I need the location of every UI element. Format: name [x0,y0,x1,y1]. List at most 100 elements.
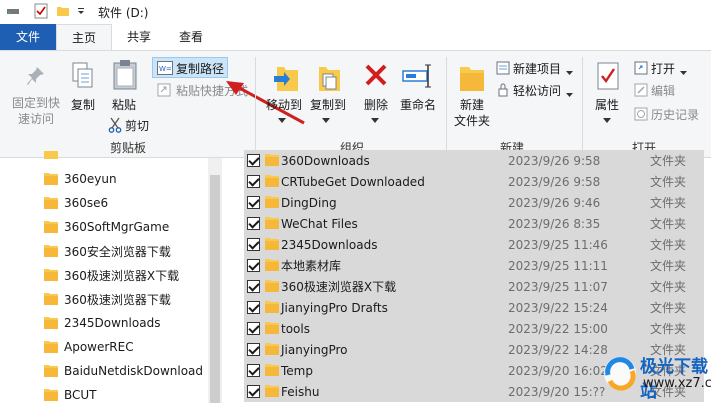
copy-to-button[interactable]: 复制到 [306,97,350,113]
folder-icon [44,219,58,236]
history-button[interactable]: 历史记录 [651,106,699,123]
cut-icon [108,117,122,136]
copy-to-icon [314,61,342,96]
folder-icon [44,291,58,308]
svg-text:W=: W= [159,65,172,73]
file-type: 文件夹 [650,154,687,168]
properties-check-icon[interactable] [34,3,48,22]
file-row[interactable]: 2345Downloads 2023/9/25 11:46 文件夹 [244,234,704,255]
row-checkbox[interactable] [247,322,260,335]
folder-icon [265,362,279,379]
open-icon [634,61,648,78]
easy-access-dropdown-icon[interactable] [566,87,573,101]
folder-icon [265,341,279,358]
nav-item[interactable]: 2345Downloads [44,311,160,335]
file-row[interactable]: tools 2023/9/22 15:00 文件夹 [244,318,704,339]
file-row[interactable]: WeChat Files 2023/9/26 8:35 文件夹 [244,213,704,234]
file-type: 文件夹 [650,175,687,189]
tab-file[interactable]: 文件 [0,24,56,50]
new-folder-quick-icon[interactable] [56,4,70,21]
nav-item[interactable]: 360se6 [44,191,108,215]
copy-path-button[interactable]: 复制路径 [176,60,224,77]
row-checkbox[interactable] [247,154,260,167]
edit-button[interactable]: 编辑 [651,82,675,99]
quick-access-dropdown-icon[interactable] [76,5,86,19]
file-date: 2023/9/22 15:24 [508,300,608,315]
nav-item-partial[interactable] [44,148,64,162]
nav-scrollbar-thumb[interactable] [210,175,220,403]
history-icon [634,107,648,124]
folder-icon [44,267,58,284]
row-checkbox[interactable] [247,343,260,356]
delete-button[interactable]: 删除 [360,97,392,113]
folder-icon [44,363,58,380]
open-dropdown-icon[interactable] [680,65,687,79]
open-button[interactable]: 打开 [651,60,675,77]
row-checkbox[interactable] [247,301,260,314]
rename-button[interactable]: 重命名 [396,97,440,113]
folder-icon [265,278,279,295]
new-folder-button[interactable]: 新建 文件夹 [450,97,494,129]
nav-item[interactable]: 360极速浏览器下载 [44,287,171,311]
row-checkbox[interactable] [247,175,260,188]
nav-item[interactable]: ApowerREC [44,335,134,359]
file-name: 360Downloads [281,153,370,168]
pin-quick-access-button[interactable]: 固定到快 速访问 [8,95,64,127]
file-name: 本地素材库 [281,259,342,273]
title-bar: 软件 (D:) [0,0,711,24]
new-item-button[interactable]: 新建项目 [513,60,561,77]
nav-item-label: 2345Downloads [64,316,161,330]
row-checkbox[interactable] [247,385,260,398]
row-checkbox[interactable] [247,196,260,209]
group-separator [255,57,256,153]
row-checkbox[interactable] [247,238,260,251]
nav-item-label: 360安全浏览器下载 [64,244,171,259]
cut-button[interactable]: 剪切 [125,117,149,134]
copy-to-dropdown-icon[interactable] [322,113,330,127]
move-to-dropdown-icon[interactable] [278,113,286,127]
file-type: 文件夹 [650,238,687,252]
nav-item[interactable]: BaiduNetdiskDownload [44,359,203,383]
copy-path-icon: W= [157,61,173,78]
ribbon-home: 固定到快 速访问 复制 粘贴 W= 复制路径 粘贴快捷方式 剪切 剪贴板 移动到… [0,50,711,158]
copy-button[interactable]: 复制 [68,97,98,113]
move-to-button[interactable]: 移动到 [262,97,306,113]
file-date: 2023/9/26 9:58 [508,174,601,189]
file-row[interactable]: JianyingPro Drafts 2023/9/22 15:24 文件夹 [244,297,704,318]
file-type: 文件夹 [650,259,687,273]
nav-item[interactable]: 360eyun [44,167,117,191]
row-checkbox[interactable] [247,259,260,272]
file-type: 文件夹 [650,322,687,336]
paste-shortcut-icon [157,83,171,100]
properties-button[interactable]: 属性 [590,97,624,113]
properties-dropdown-icon[interactable] [603,113,611,127]
nav-item[interactable]: 360安全浏览器下载 [44,239,171,263]
row-checkbox[interactable] [247,217,260,230]
tab-view[interactable]: 查看 [166,24,216,50]
new-item-dropdown-icon[interactable] [566,65,573,79]
row-checkbox[interactable] [247,364,260,377]
tab-share[interactable]: 共享 [114,24,164,50]
nav-item[interactable]: 360SoftMgrGame [44,215,169,239]
row-checkbox[interactable] [247,280,260,293]
paste-icon [112,59,138,94]
nav-item[interactable]: 360极速浏览器X下载 [44,263,179,287]
nav-item-label: 360极速浏览器下载 [64,292,171,307]
delete-dropdown-icon[interactable] [371,113,379,127]
file-row[interactable]: CRTubeGet Downloaded 2023/9/26 9:58 文件夹 [244,171,704,192]
folder-icon [265,257,279,274]
folder-icon [265,320,279,337]
file-name: Feishu [281,384,320,399]
file-row[interactable]: 360Downloads 2023/9/26 9:58 文件夹 [244,150,704,171]
file-date: 2023/9/25 11:46 [508,237,608,252]
file-row[interactable]: DingDing 2023/9/26 9:46 文件夹 [244,192,704,213]
file-row[interactable]: 360极速浏览器X下载 2023/9/25 11:07 文件夹 [244,276,704,297]
nav-item-label: 360se6 [64,196,109,210]
nav-item[interactable]: BCUT [44,383,97,403]
file-row[interactable]: 本地素材库 2023/9/25 11:11 文件夹 [244,255,704,276]
tab-home[interactable]: 主页 [56,24,112,50]
file-date: 2023/9/26 9:46 [508,195,601,210]
easy-access-button[interactable]: 轻松访问 [513,82,561,99]
file-name: Temp [281,363,313,378]
paste-button[interactable]: 粘贴 [109,97,139,113]
